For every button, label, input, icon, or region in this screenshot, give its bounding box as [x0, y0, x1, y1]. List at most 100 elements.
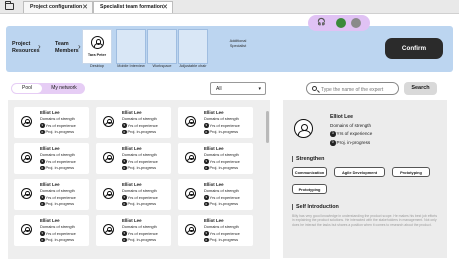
expert-name: Elliot Lee: [40, 110, 60, 115]
strengthen-heading: Strengthen: [292, 156, 324, 162]
years-badge: 3: [40, 231, 45, 236]
years-badge: 3: [204, 159, 209, 164]
expert-card[interactable]: Elliot Lee Domains of strength 3 Yrs of exp…: [14, 179, 89, 210]
years-badge: 3: [122, 195, 127, 200]
additional-specialist-slot[interactable]: Additional Specialist: [221, 39, 255, 49]
tab-project-configuration[interactable]: Project configuration ✕: [23, 1, 93, 13]
projects-in-progress: 0 Proj. in-progress: [204, 165, 238, 171]
projects-in-progress: 0 Proj. in-progress: [40, 165, 75, 171]
projects-label: Proj. in-progress: [336, 140, 371, 145]
expert-name: Elliot Lee: [204, 182, 224, 187]
projects-label: Proj. in-progress: [45, 201, 75, 206]
projects-badge: 0: [40, 201, 45, 207]
confirm-button[interactable]: Confirm: [385, 38, 443, 59]
years-label: Yrs of experience: [45, 122, 76, 128]
years-label: Yrs of experience: [336, 131, 373, 136]
years-of-experience: 3 Yrs of experience: [204, 231, 240, 236]
expert-detail-panel: Elliot Lee Domains of strength 3 Yrs of e…: [283, 100, 447, 258]
additional-line2: Specialist: [229, 43, 247, 48]
tab-specialist-team-formation[interactable]: Specialist team formation ✕: [93, 1, 173, 13]
team-slot-workspace[interactable]: [147, 29, 177, 64]
years-of-experience: 3 Yrs of experience: [204, 195, 240, 200]
years-of-experience: 3 Yrs of experience: [40, 231, 76, 236]
years-badge: 3: [330, 131, 336, 137]
years-of-experience: 3 Yrs of experience: [40, 123, 76, 128]
avatar-icon: [21, 188, 32, 199]
team-slot-desktop[interactable]: Tara Peter: [82, 29, 112, 64]
avatar-icon: [185, 152, 196, 163]
expert-card[interactable]: Elliot Lee Domains of strength 3 Yrs of exp…: [96, 143, 171, 174]
tab-label: Specialist team formation: [100, 4, 164, 10]
expert-card[interactable]: Elliot Lee Domains of strength 3 Yrs of exp…: [178, 107, 253, 138]
expert-card[interactable]: Elliot Lee Domains of strength 3 Yrs of exp…: [14, 107, 89, 138]
domains-of-strength: Domains of strength: [122, 152, 157, 157]
grid-scrollbar[interactable]: [266, 111, 269, 143]
close-icon[interactable]: ✕: [162, 2, 168, 13]
projects-label: Proj. in-progress: [45, 237, 75, 242]
chevron-down-icon: ▾: [258, 86, 261, 92]
headset-icon[interactable]: 🎧: [317, 18, 326, 26]
projects-label: Proj. in-progress: [127, 129, 157, 134]
chevron-right-icon: ›: [38, 42, 41, 51]
strength-tag[interactable]: Prototyping: [392, 167, 430, 177]
domains-of-strength: Domains of strength: [204, 116, 239, 121]
filter-dropdown[interactable]: All ▾: [210, 82, 266, 95]
avatar-icon: [103, 188, 114, 199]
gray-status-avatar[interactable]: [351, 18, 361, 28]
domains-of-strength: Domains of strength: [122, 116, 157, 121]
expert-card[interactable]: Elliot Lee Domains of strength 3 Yrs of exp…: [178, 143, 253, 174]
chevron-right-icon: ›: [78, 42, 81, 51]
projects-badge: 0: [122, 129, 127, 135]
expert-search-box[interactable]: [306, 82, 399, 95]
projects-label: Proj. in-progress: [45, 165, 75, 170]
expert-card[interactable]: Elliot Lee Domains of strength 3 Yrs of exp…: [14, 143, 89, 174]
years-label: Yrs of experience: [127, 122, 158, 128]
search-button[interactable]: Search: [404, 82, 437, 95]
expert-card[interactable]: Elliot Lee Domains of strength 3 Yrs of exp…: [14, 215, 89, 246]
pool-network-toggle: Pool My network: [11, 83, 85, 94]
years-label: Yrs of experience: [127, 194, 158, 200]
years-of-experience: 3 Yrs of experience: [204, 123, 240, 128]
folder-icon[interactable]: [5, 1, 14, 10]
app-window: Project configuration ✕ Specialist team …: [0, 0, 459, 273]
projects-label: Proj. in-progress: [209, 201, 239, 206]
expert-name: Elliot Lee: [122, 182, 142, 187]
expert-name: Elliot Lee: [122, 110, 142, 115]
search-input[interactable]: [321, 85, 396, 94]
domains-of-strength: Domains of strength: [40, 188, 75, 193]
member-name: Tara Peter: [87, 53, 107, 57]
expert-name: Elliot Lee: [40, 146, 60, 151]
expert-card[interactable]: Elliot Lee Domains of strength 3 Yrs of exp…: [96, 179, 171, 210]
avatar-icon: [91, 36, 104, 49]
green-status-avatar[interactable]: [336, 18, 346, 28]
years-badge: 3: [204, 231, 209, 236]
strength-tag[interactable]: Prototyping: [292, 184, 327, 194]
expert-card[interactable]: Elliot Lee Domains of strength 3 Yrs of exp…: [96, 107, 171, 138]
expert-card[interactable]: Elliot Lee Domains of strength 3 Yrs of exp…: [178, 179, 253, 210]
expert-card[interactable]: Elliot Lee Domains of strength 3 Yrs of exp…: [178, 215, 253, 246]
team-slot-mobile-interview[interactable]: [116, 29, 146, 64]
projects-in-progress: 0 Proj. in-progress: [40, 237, 75, 243]
project-resources-label[interactable]: Project Resources: [12, 41, 40, 54]
projects-in-progress: 0 Proj. in-progress: [122, 201, 156, 207]
years-label: Yrs of experience: [209, 194, 240, 200]
segment-my-network[interactable]: My network: [45, 84, 83, 93]
avatar-icon: [294, 119, 313, 138]
expert-grid: Elliot Lee Domains of strength 3 Yrs of exp…: [8, 100, 270, 259]
tab-bar: Project configuration ✕ Specialist team …: [0, 0, 459, 14]
segment-pool[interactable]: Pool: [12, 84, 42, 93]
team-slot-adjustable-chair[interactable]: [178, 29, 208, 64]
close-icon[interactable]: ✕: [82, 2, 88, 13]
strength-tag[interactable]: Agile Development: [334, 167, 385, 177]
projects-in-progress: 0 Proj. in-progress: [40, 129, 74, 135]
domains-of-strength: Domains of strength: [330, 123, 372, 128]
team-banner: Project Resources › Team Members › Tara …: [6, 26, 453, 72]
domains-of-strength: Domains of strength: [122, 224, 157, 229]
projects-badge: 0: [40, 165, 45, 171]
projects-label: Proj. in-progress: [209, 129, 239, 134]
strength-tag[interactable]: Communication: [292, 167, 327, 177]
years-label: Yrs of experience: [45, 158, 76, 164]
projects-in-progress: 0 Proj. in-progress: [122, 129, 157, 135]
expert-card[interactable]: Elliot Lee Domains of strength 3 Yrs of exp…: [96, 215, 171, 246]
avatar-icon: [103, 224, 114, 235]
